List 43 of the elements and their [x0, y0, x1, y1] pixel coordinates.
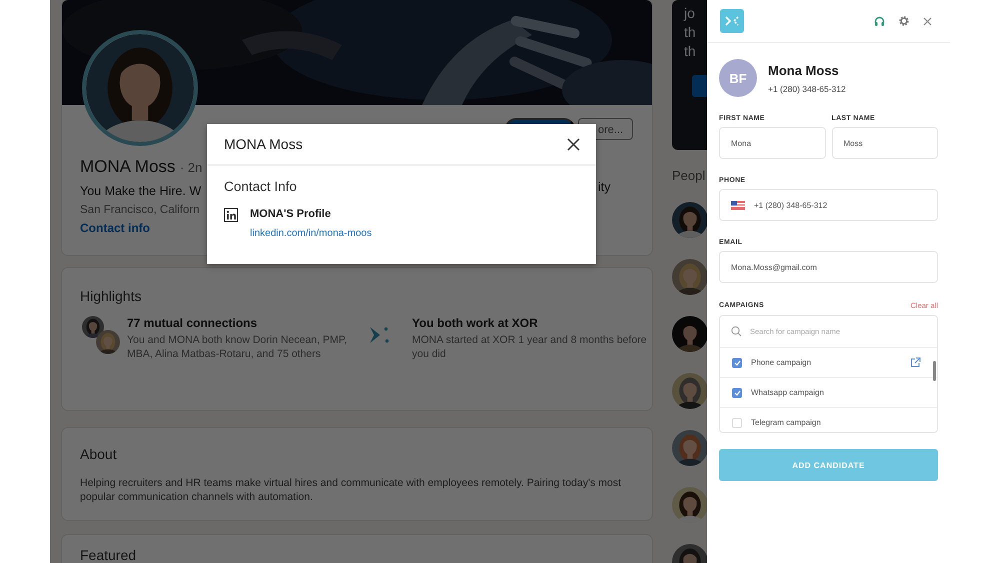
highlight-text: MONA started at XOR 1 year and 8 months before you did [412, 333, 647, 361]
candidate-name: Mona Moss [768, 62, 840, 78]
headline-text: ity [598, 180, 610, 194]
logo-icon [720, 9, 744, 33]
profile-link[interactable]: linkedin.com/in/mona-moos [250, 228, 372, 239]
external-link-icon[interactable] [910, 357, 921, 368]
section-title: Contact Info [224, 179, 298, 194]
close-icon[interactable] [567, 138, 580, 150]
highlight-title: You both work at XOR [412, 316, 539, 330]
dialog-title: MONA Moss [224, 136, 303, 152]
candidate-phone: +1 (280) 348-65-312 [768, 84, 846, 94]
contact-info-link[interactable]: Contact info [80, 221, 150, 235]
campaign-name: Telegram campaign [751, 418, 821, 427]
campaign-name: Phone campaign [751, 358, 812, 367]
profile-label: MONA'S Profile [250, 208, 332, 220]
flag-icon [731, 201, 745, 210]
linkedin-icon [224, 208, 238, 222]
section-title: Featured [80, 547, 138, 563]
connection-degree: · 2n [180, 160, 202, 175]
promo-text: jo [684, 5, 695, 21]
section-title: About [80, 446, 118, 462]
checkbox[interactable] [732, 358, 742, 368]
about-text: Helping recruiters and HR teams make virtual hires and communicate with employees remotely. Pairing today's most popular communication channels with automation. [80, 476, 622, 504]
input-field[interactable]: Mona.Moss@gmail.com [719, 251, 938, 283]
highlight-text: You and MONA both know Dorin Necean, PMP, MBA, Alina Matbas-Rotaru, and 75 others [127, 333, 348, 361]
section-title: Peopl [672, 168, 706, 183]
avatar-initials: BF [719, 59, 757, 97]
section-title: Highlights [80, 288, 142, 304]
input-field[interactable]: Mona [719, 127, 826, 159]
promo-text: th [684, 43, 696, 59]
headset-icon[interactable] [874, 16, 885, 26]
scrollbar-thumb[interactable] [933, 361, 936, 381]
settings-icon[interactable] [898, 15, 910, 27]
campaign-name: Whatsapp campaign [751, 388, 824, 397]
promo-text: th [684, 24, 696, 40]
checkbox[interactable] [732, 388, 742, 398]
location-text: San Francisco, Californ [80, 204, 200, 216]
search-icon [731, 326, 742, 337]
input-field[interactable]: Moss [832, 127, 938, 159]
highlight-title: 77 mutual connections [127, 316, 258, 330]
headline-text: You Make the Hire. W [80, 184, 202, 198]
profile-name: MONA Moss [80, 157, 176, 176]
phone-field[interactable]: +1 (280) 348-65-312 [719, 189, 938, 221]
